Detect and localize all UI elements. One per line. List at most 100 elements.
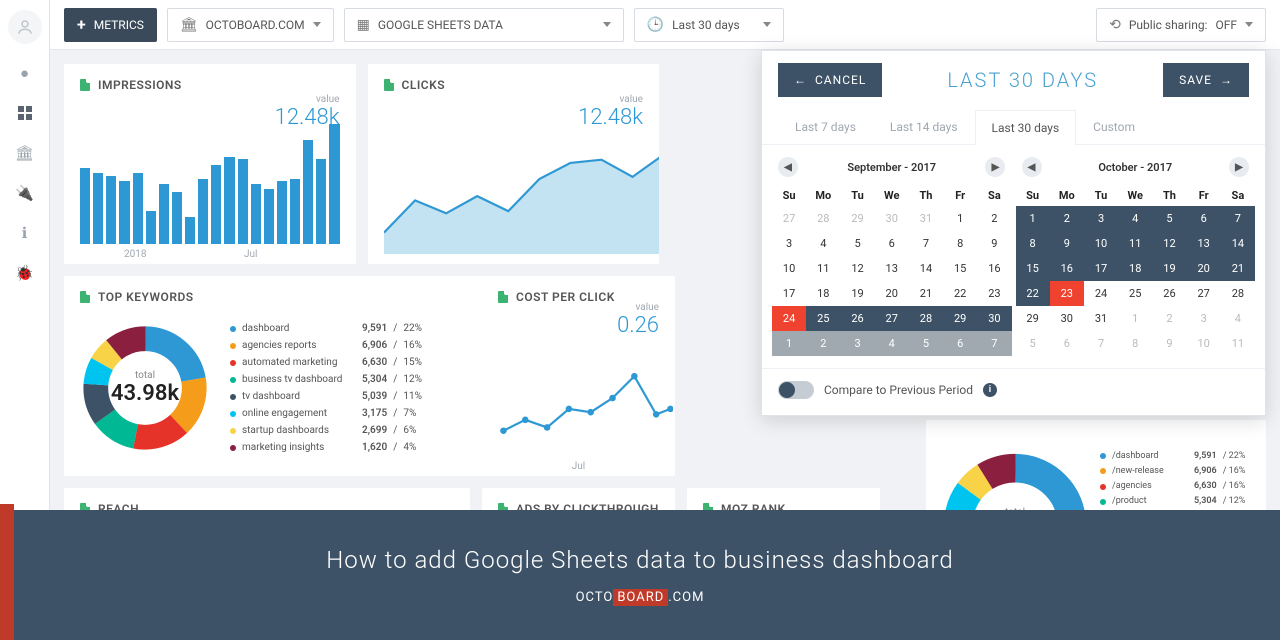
calendar-day[interactable]: 5 [1016, 331, 1050, 356]
calendar-day[interactable]: 29 [943, 306, 977, 331]
calendar-day[interactable]: 8 [1118, 331, 1152, 356]
compare-toggle[interactable] [778, 381, 814, 399]
calendar-day[interactable]: 5 [909, 331, 943, 356]
next-month-button[interactable]: ▶ [1229, 157, 1249, 177]
calendar-day[interactable]: 24 [772, 306, 806, 331]
calendar-day[interactable]: 13 [875, 256, 909, 281]
datasource-dropdown[interactable]: ▦GOOGLE SHEETS DATA [344, 8, 624, 42]
calendar-day[interactable]: 27 [875, 306, 909, 331]
next-month-button[interactable]: ▶ [985, 157, 1005, 177]
calendar-day[interactable]: 7 [1221, 206, 1255, 231]
calendar-day[interactable]: 3 [1187, 306, 1221, 331]
calendar-day[interactable]: 7 [909, 231, 943, 256]
bank-icon[interactable]: 🏛 [14, 142, 36, 164]
calendar-day[interactable]: 11 [1118, 231, 1152, 256]
calendar-day[interactable]: 29 [1016, 306, 1050, 331]
calendar-day[interactable]: 19 [840, 281, 874, 306]
calendar-day[interactable]: 17 [1084, 256, 1118, 281]
calendar-day[interactable]: 15 [943, 256, 977, 281]
calendar-day[interactable]: 25 [1118, 281, 1152, 306]
grid-icon[interactable] [14, 102, 36, 124]
calendar-day[interactable]: 8 [943, 231, 977, 256]
calendar-day[interactable]: 2 [1050, 206, 1084, 231]
calendar-day[interactable]: 2 [1152, 306, 1186, 331]
calendar-day[interactable]: 4 [875, 331, 909, 356]
legend-item[interactable]: marketing insights1,620 / 4% [230, 439, 422, 456]
legend-item[interactable]: agencies reports6,906 / 16% [230, 337, 422, 354]
period-tab[interactable]: Last 7 days [778, 109, 873, 144]
calendar-day[interactable]: 19 [1152, 256, 1186, 281]
calendar-day[interactable]: 14 [909, 256, 943, 281]
calendar-day[interactable]: 25 [806, 306, 840, 331]
legend-item[interactable]: /dashboard9,591 / 22% [1100, 449, 1245, 464]
calendar-day[interactable]: 13 [1187, 231, 1221, 256]
calendar-day[interactable]: 24 [1084, 281, 1118, 306]
calendar-day[interactable]: 21 [909, 281, 943, 306]
calendar-day[interactable]: 16 [1050, 256, 1084, 281]
legend-item[interactable]: automated marketing6,630 / 15% [230, 354, 422, 371]
calendar-day[interactable]: 31 [909, 206, 943, 231]
prev-month-button[interactable]: ◀ [778, 157, 798, 177]
calendar-day[interactable]: 3 [840, 331, 874, 356]
site-dropdown[interactable]: 🏛OCTOBOARD.COM [167, 8, 334, 42]
calendar-day[interactable]: 7 [977, 331, 1011, 356]
calendar-day[interactable]: 8 [1016, 231, 1050, 256]
calendar-day[interactable]: 26 [1152, 281, 1186, 306]
calendar-day[interactable]: 16 [977, 256, 1011, 281]
period-tab[interactable]: Last 30 days [975, 110, 1077, 145]
calendar-day[interactable]: 22 [943, 281, 977, 306]
calendar-day[interactable]: 31 [1084, 306, 1118, 331]
calendar-day[interactable]: 28 [1221, 281, 1255, 306]
legend-item[interactable]: /product5,304 / 12% [1100, 494, 1245, 509]
calendar-day[interactable]: 12 [1152, 231, 1186, 256]
info-icon[interactable]: i [983, 383, 997, 397]
calendar-day[interactable]: 7 [1084, 331, 1118, 356]
user-icon[interactable]: ● [14, 62, 36, 84]
calendar-day[interactable]: 2 [806, 331, 840, 356]
legend-item[interactable]: startup dashboards2,699 / 6% [230, 422, 422, 439]
calendar-day[interactable]: 11 [1221, 331, 1255, 356]
legend-item[interactable]: tv dashboard5,039 / 11% [230, 388, 422, 405]
calendar-day[interactable]: 23 [977, 281, 1011, 306]
calendar-day[interactable]: 27 [772, 206, 806, 231]
calendar-day[interactable]: 11 [806, 256, 840, 281]
prev-month-button[interactable]: ◀ [1022, 157, 1042, 177]
calendar-day[interactable]: 18 [806, 281, 840, 306]
legend-item[interactable]: online engagement3,175 / 7% [230, 405, 422, 422]
plug-icon[interactable]: 🔌 [14, 182, 36, 204]
calendar-day[interactable]: 9 [1050, 231, 1084, 256]
calendar-day[interactable]: 4 [1221, 306, 1255, 331]
period-tab[interactable]: Last 14 days [873, 109, 975, 144]
calendar-day[interactable]: 21 [1221, 256, 1255, 281]
calendar-day[interactable]: 5 [840, 231, 874, 256]
calendar-day[interactable]: 20 [1187, 256, 1221, 281]
period-dropdown[interactable]: 🕒Last 30 days [634, 8, 784, 42]
calendar-day[interactable]: 3 [1084, 206, 1118, 231]
calendar-day[interactable]: 1 [943, 206, 977, 231]
calendar-day[interactable]: 17 [772, 281, 806, 306]
calendar-day[interactable]: 3 [772, 231, 806, 256]
calendar-day[interactable]: 1 [1016, 206, 1050, 231]
calendar-day[interactable]: 10 [1084, 231, 1118, 256]
calendar-day[interactable]: 27 [1187, 281, 1221, 306]
calendar-day[interactable]: 6 [943, 331, 977, 356]
calendar-day[interactable]: 4 [1118, 206, 1152, 231]
avatar-icon[interactable] [8, 10, 42, 44]
calendar-day[interactable]: 6 [1050, 331, 1084, 356]
info-icon[interactable]: ℹ [14, 222, 36, 244]
period-tab[interactable]: Custom [1076, 109, 1152, 144]
calendar-day[interactable]: 22 [1016, 281, 1050, 306]
bug-icon[interactable]: 🐞 [14, 262, 36, 284]
calendar-day[interactable]: 23 [1050, 281, 1084, 306]
calendar-day[interactable]: 15 [1016, 256, 1050, 281]
calendar-day[interactable]: 10 [1187, 331, 1221, 356]
calendar-day[interactable]: 20 [875, 281, 909, 306]
calendar-day[interactable]: 6 [1187, 206, 1221, 231]
calendar-day[interactable]: 28 [806, 206, 840, 231]
metrics-button[interactable]: +METRICS [64, 8, 157, 42]
calendar-day[interactable]: 5 [1152, 206, 1186, 231]
save-button[interactable]: SAVE→ [1163, 63, 1249, 97]
calendar-day[interactable]: 30 [977, 306, 1011, 331]
calendar-day[interactable]: 6 [875, 231, 909, 256]
calendar-day[interactable]: 18 [1118, 256, 1152, 281]
